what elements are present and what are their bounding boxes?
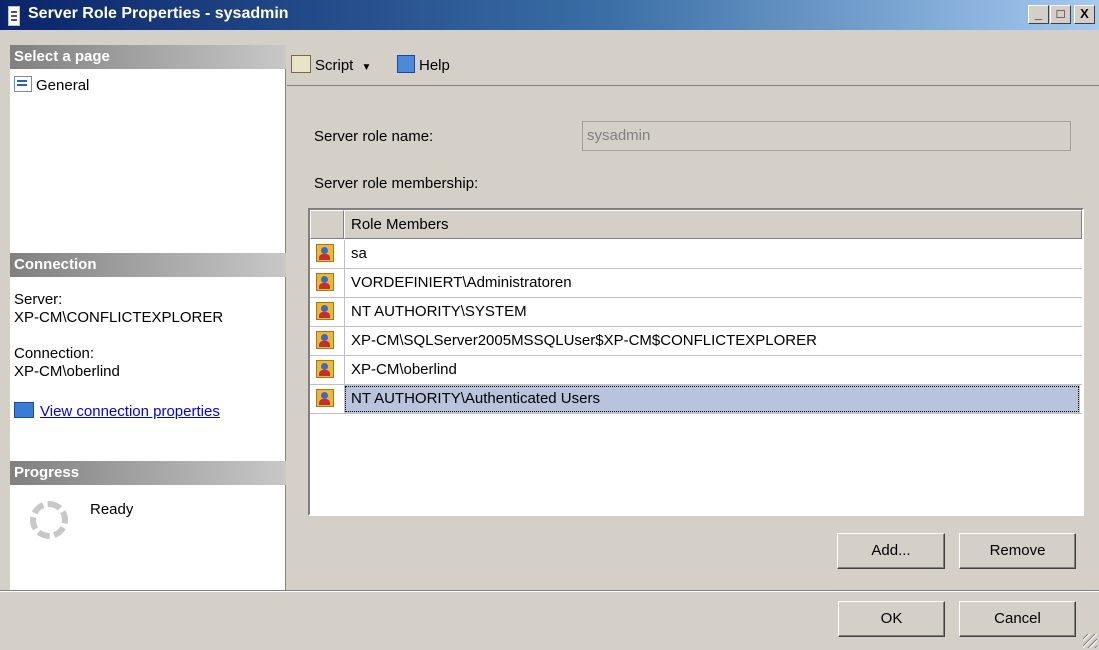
user-icon	[316, 331, 334, 349]
server-value: XP-CM\CONFLICTEXPLORER	[14, 309, 224, 326]
role-name-label: Server role name:	[314, 128, 434, 145]
user-icon	[316, 273, 334, 291]
remove-button[interactable]: Remove	[959, 533, 1076, 569]
table-row[interactable]: XP-CM\oberlind	[310, 356, 1082, 385]
help-button[interactable]: Help	[397, 55, 450, 75]
progress-status: Ready	[90, 501, 134, 518]
user-icon	[316, 302, 334, 320]
role-name-field: sysadmin	[582, 121, 1071, 151]
server-label: Server:	[14, 291, 63, 308]
row-header-corner	[310, 210, 344, 239]
ok-button[interactable]: OK	[838, 601, 945, 637]
table-row[interactable]: NT AUTHORITY\SYSTEM	[310, 298, 1082, 327]
script-label: Script	[315, 57, 354, 74]
table-row-selected[interactable]: NT AUTHORITY\Authenticated Users	[310, 385, 1082, 414]
window-title: Server Role Properties - sysadmin	[28, 5, 289, 22]
add-button[interactable]: Add...	[837, 533, 945, 569]
table-cell[interactable]: sa	[344, 240, 1080, 268]
chevron-down-icon[interactable]: ▼	[362, 62, 372, 73]
properties-icon	[14, 76, 32, 92]
connection-label: Connection:	[14, 345, 95, 362]
view-connection-properties-link[interactable]: View connection properties	[40, 403, 220, 420]
user-icon	[316, 389, 334, 407]
view-connection-properties[interactable]: View connection properties	[14, 402, 220, 420]
user-icon	[316, 244, 334, 262]
sidebar-item-general[interactable]: General	[14, 75, 89, 97]
progress-header: Progress	[10, 461, 286, 485]
help-label: Help	[419, 57, 450, 74]
table-row[interactable]: sa	[310, 240, 1082, 269]
title-bar[interactable]: Server Role Properties - sysadmin _ □ X	[0, 0, 1099, 30]
toolbar: Script ▼ Help	[287, 45, 1099, 86]
table-cell[interactable]: VORDEFINIERT\Administratoren	[344, 269, 1080, 297]
resize-grip[interactable]	[1083, 634, 1097, 648]
table-cell[interactable]: NT AUTHORITY\Authenticated Users	[344, 385, 1080, 413]
sidebar-item-label: General	[36, 77, 90, 94]
table-cell[interactable]: NT AUTHORITY\SYSTEM	[344, 298, 1080, 326]
window-frame	[0, 30, 10, 590]
progress-spinner-icon	[30, 501, 68, 539]
cancel-button[interactable]: Cancel	[959, 601, 1076, 637]
table-row[interactable]: VORDEFINIERT\Administratoren	[310, 269, 1082, 298]
membership-label: Server role membership:	[314, 175, 479, 192]
column-header-role-members[interactable]: Role Members	[344, 210, 1082, 239]
minimize-button[interactable]: _	[1028, 5, 1049, 24]
table-row[interactable]: XP-CM\SQLServer2005MSSQLUser$XP-CM$CONFL…	[310, 327, 1082, 356]
user-icon	[316, 360, 334, 378]
role-members-table[interactable]: Role Members sa VORDEFINIERT\Administrat…	[308, 208, 1084, 516]
network-icon	[14, 402, 34, 418]
table-cell[interactable]: XP-CM\SQLServer2005MSSQLUser$XP-CM$CONFL…	[344, 327, 1080, 355]
script-icon	[291, 55, 311, 73]
maximize-button[interactable]: □	[1050, 5, 1071, 24]
script-button[interactable]: Script ▼	[291, 55, 371, 75]
footer-divider	[0, 590, 1099, 592]
help-icon	[397, 55, 415, 73]
table-cell[interactable]: XP-CM\oberlind	[344, 356, 1080, 384]
select-page-header: Select a page	[10, 45, 286, 69]
sidebar: Select a page General Connection Server:…	[10, 45, 286, 590]
connection-header: Connection	[10, 253, 286, 277]
window-icon	[8, 6, 20, 26]
close-button[interactable]: X	[1074, 5, 1095, 24]
connection-value: XP-CM\oberlind	[14, 363, 120, 380]
